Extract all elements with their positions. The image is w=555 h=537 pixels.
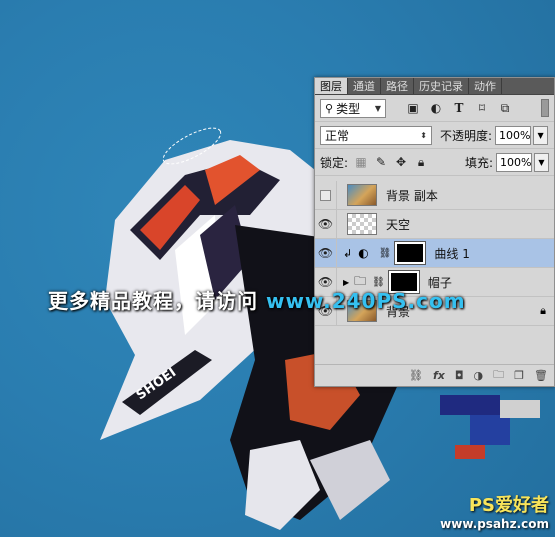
filter-type-label: 类型: [336, 101, 361, 116]
adjustment-filter-icon[interactable]: ◐: [429, 101, 443, 115]
layer-row[interactable]: 背景 副本: [315, 180, 554, 210]
logo-url: www.psahz.com: [440, 517, 549, 531]
fill-input[interactable]: 100%: [496, 152, 532, 172]
tutorial-watermark: 更多精品教程，请访问 www.240PS.com: [48, 285, 466, 314]
curves-adjustment-icon: ◐: [358, 246, 369, 260]
watermark-url: www.240PS.com: [265, 289, 466, 313]
link-icon[interactable]: ⛓: [409, 369, 423, 382]
logo-title: PS爱好者: [468, 495, 549, 516]
tab-history[interactable]: 历史记录: [414, 78, 469, 94]
eye-icon[interactable]: 👁︎: [315, 238, 337, 268]
chain-link-icon[interactable]: ⛓: [379, 248, 392, 259]
visibility-toggle[interactable]: [315, 180, 337, 210]
blend-mode-dropdown[interactable]: 正常 ⬍: [320, 125, 432, 145]
panel-tabs: 图层 通道 路径 历史记录 动作: [315, 78, 554, 95]
smart-object-filter-icon[interactable]: ⧉: [498, 101, 512, 115]
layer-name: 曲线 1: [434, 246, 470, 261]
fill-slider-button[interactable]: ▼: [534, 152, 549, 172]
lock-brush-icon[interactable]: ✎: [374, 155, 388, 169]
panel-bottom-bar: ⛓ fx ◘ ◑ 🗀︎ ❐ 🗑︎: [315, 364, 554, 386]
filter-type-dropdown[interactable]: ⚲ 类型 ▼: [320, 98, 386, 118]
layer-row-selected[interactable]: 👁︎ ↲ ◐ ⛓ 曲线 1: [315, 238, 554, 268]
filter-toggle[interactable]: [541, 99, 549, 117]
hidden-box-icon: [320, 189, 331, 201]
lock-row: 锁定: ▦ ✎ ✥ 🔒︎ 填充: 100% ▼: [315, 149, 554, 176]
layer-row[interactable]: 👁︎ 天空: [315, 209, 554, 239]
fx-icon[interactable]: fx: [433, 369, 445, 382]
new-layer-icon[interactable]: ❐: [514, 369, 524, 382]
lock-all-icon[interactable]: 🔒︎: [414, 155, 428, 169]
tab-channels[interactable]: 通道: [348, 78, 381, 94]
lock-move-icon[interactable]: ✥: [394, 155, 408, 169]
search-icon: ⚲: [325, 101, 334, 115]
layer-list: 背景 副本 👁︎ 天空 👁︎ ↲ ◐ ⛓ 曲线 1 👁︎ ▶ 🗀︎ ⛓ 帽子 👁…: [315, 180, 554, 366]
opacity-input[interactable]: 100%: [495, 125, 532, 145]
opacity-label: 不透明度:: [440, 128, 493, 143]
filter-row: ⚲ 类型 ▼ ▣ ◐ T ⌑ ⧉: [315, 95, 554, 122]
chevron-updown-icon: ⬍: [420, 130, 427, 140]
eye-icon[interactable]: 👁︎: [315, 209, 337, 239]
layer-name: 天空: [386, 217, 411, 232]
image-filter-icon[interactable]: ▣: [406, 101, 420, 115]
fill-label: 填充:: [464, 155, 493, 170]
layers-panel: 图层 通道 路径 历史记录 动作 ⚲ 类型 ▼ ▣ ◐ T ⌑ ⧉ 正常 ⬍ 不…: [314, 77, 555, 387]
shape-filter-icon[interactable]: ⌑: [475, 101, 489, 115]
layer-thumbnail: [347, 184, 377, 206]
clip-arrow-icon: ↲: [343, 246, 353, 260]
chevron-down-icon: ▼: [374, 103, 381, 113]
site-logo: PS爱好者 www.psahz.com: [440, 491, 549, 531]
blend-mode-value: 正常: [325, 128, 350, 143]
mask-icon[interactable]: ◘: [455, 369, 464, 382]
layer-thumbnail: [347, 213, 377, 235]
lock-label: 锁定:: [320, 155, 349, 170]
watermark-text: 更多精品教程，请访问: [48, 289, 266, 313]
group-icon[interactable]: 🗀︎: [493, 366, 504, 385]
lock-transparent-icon[interactable]: ▦: [354, 155, 368, 169]
type-filter-icon[interactable]: T: [452, 101, 466, 115]
tab-paths[interactable]: 路径: [381, 78, 414, 94]
opacity-slider-button[interactable]: ▼: [533, 125, 549, 145]
lock-icon: 🔒︎: [540, 304, 546, 317]
trash-icon[interactable]: 🗑︎: [534, 369, 548, 382]
layer-name: 背景 副本: [386, 188, 438, 203]
layer-mask-thumbnail[interactable]: [394, 241, 427, 265]
tab-actions[interactable]: 动作: [469, 78, 502, 94]
blend-row: 正常 ⬍ 不透明度: 100% ▼: [315, 122, 554, 149]
tab-layers[interactable]: 图层: [315, 78, 348, 94]
adjustment-icon[interactable]: ◑: [474, 369, 484, 382]
